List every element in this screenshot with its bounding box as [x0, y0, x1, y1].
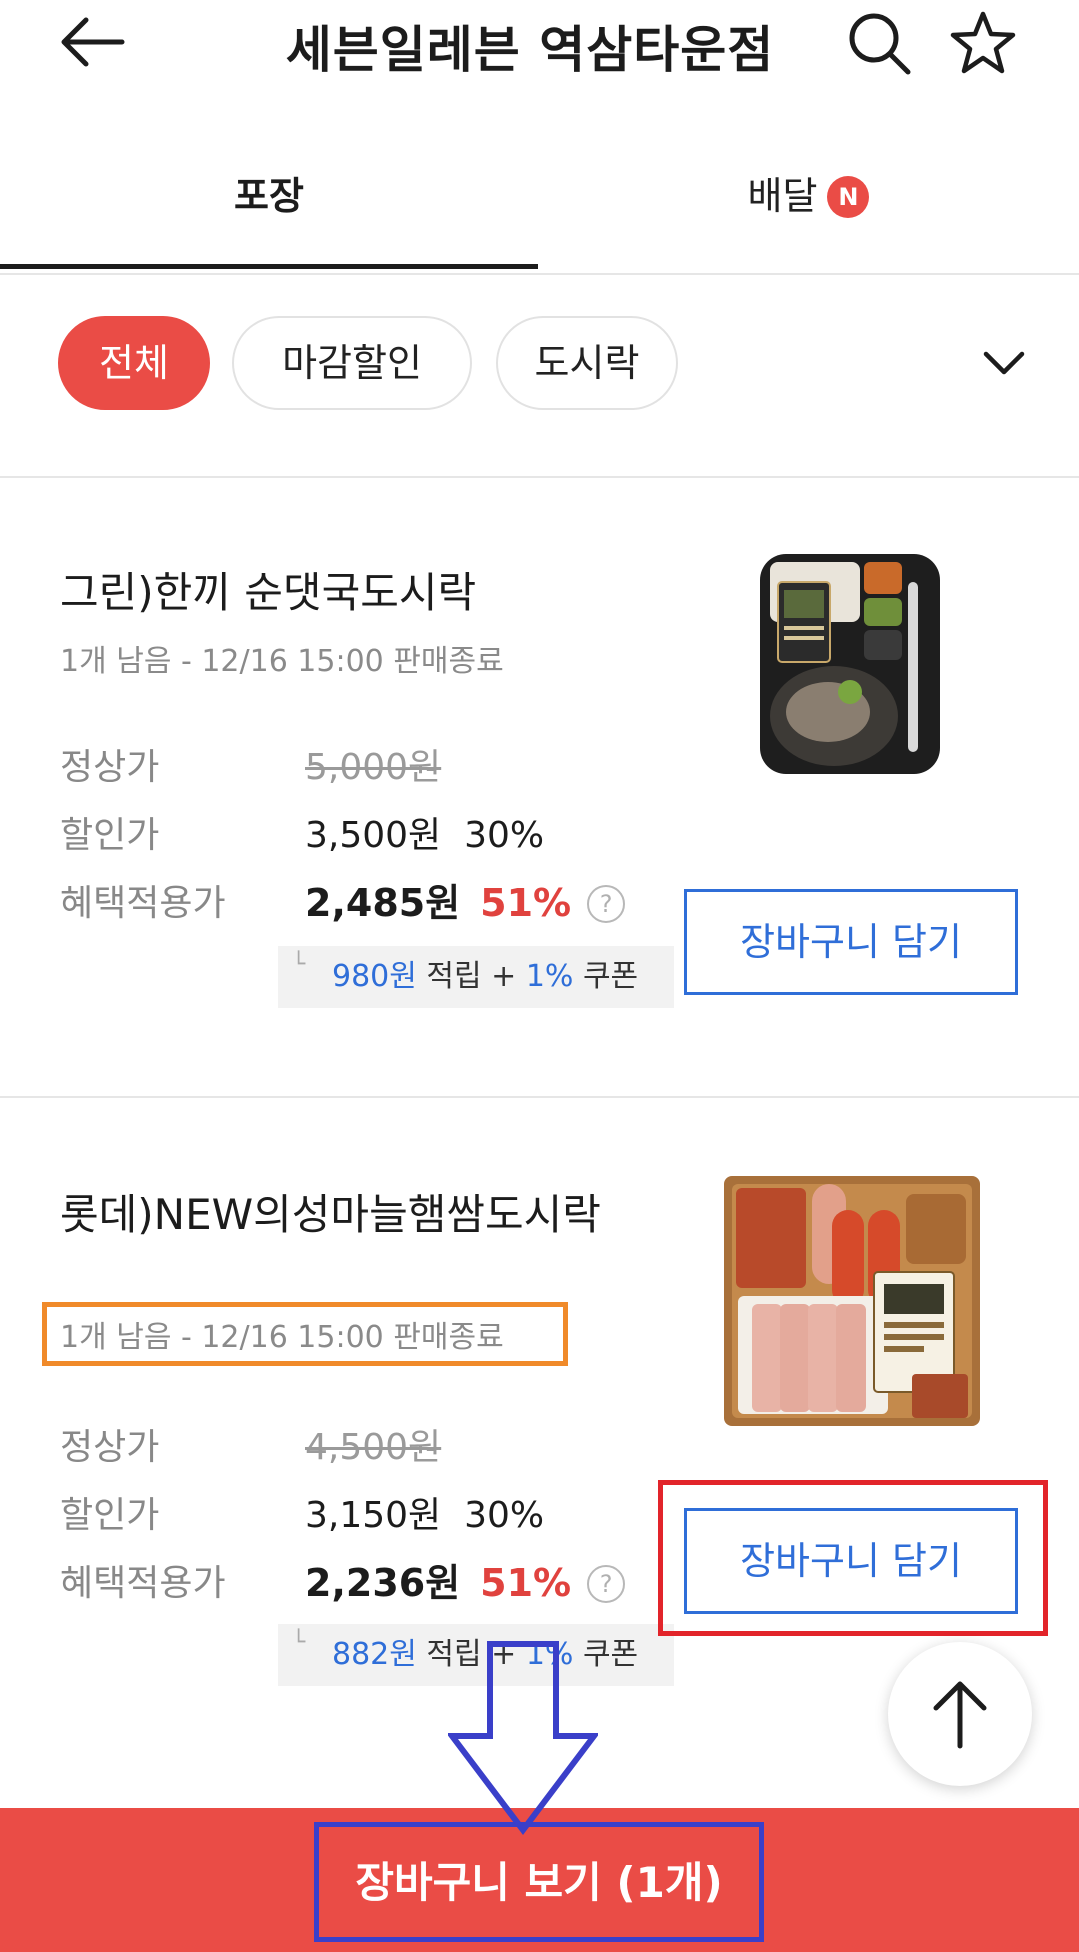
filter-chip-all[interactable]: 전체 [58, 316, 210, 410]
view-cart-button[interactable]: 장바구니 보기 (1개) [314, 1822, 764, 1942]
benefit-price: 2,485원 [305, 881, 461, 925]
filter-chip-closing-sale[interactable]: 마감할인 [232, 316, 472, 410]
help-icon[interactable]: ? [587, 1565, 626, 1603]
scroll-to-top-button[interactable] [888, 1642, 1032, 1786]
tab-takeout-label: 포장 [234, 174, 304, 218]
back-arrow-icon[interactable] [58, 14, 126, 70]
product-card: 그린)한끼 순댓국도시락 1개 남음 - 12/16 15:00 판매종료 정상… [0, 478, 1079, 1096]
add-to-cart-button[interactable]: 장바구니 담기 [684, 889, 1018, 995]
regular-price: 5,000원 [305, 747, 442, 788]
benefit-price-label: 혜택적용가 [60, 1563, 226, 1604]
reward-mid-text: 적립 + [416, 959, 526, 994]
benefit-rate: 51% [480, 881, 572, 925]
regular-price-label: 정상가 [60, 1427, 160, 1468]
store-title: 세븐일레븐 역삼타운점 [285, 21, 775, 79]
reward-corner-icon: └ [292, 952, 306, 977]
category-filter-bar: 전체 마감할인 도시락 [0, 310, 1079, 410]
regular-price-label: 정상가 [60, 747, 160, 788]
reward-text: 980원 적립 + 1% 쿠폰 [332, 946, 638, 1008]
product-image-sundae-soup-lunchbox[interactable] [758, 552, 942, 776]
reward-corner-icon: └ [292, 1630, 306, 1655]
new-badge: N [827, 176, 870, 218]
product-image-ham-ssam-lunchbox[interactable] [722, 1174, 982, 1428]
reward-points: 980원 [332, 959, 417, 994]
highlight-box-stock-info [42, 1302, 568, 1366]
discount-price: 3,500원 [305, 815, 442, 856]
benefit-rate: 51% [480, 1561, 572, 1605]
discount-rate: 30% [464, 1495, 545, 1536]
tab-delivery-label: 배달 [747, 174, 818, 218]
highlight-box-add-to-cart [658, 1480, 1048, 1636]
discount-price-label: 할인가 [60, 815, 160, 856]
filter-chip-lunchbox[interactable]: 도시락 [496, 316, 678, 410]
tab-takeout[interactable]: 포장 [0, 165, 538, 220]
reward-tail-text: 쿠폰 [573, 959, 639, 994]
chevron-down-icon[interactable] [980, 346, 1028, 382]
tab-delivery[interactable]: 배달 N [538, 165, 1079, 220]
benefit-price-label: 혜택적용가 [60, 883, 226, 924]
benefit-price-row: 2,236원 51%? [305, 1552, 626, 1607]
benefit-price-row: 2,485원 51%? [305, 872, 626, 927]
discount-price: 3,150원 [305, 1495, 442, 1536]
tabs-divider [0, 273, 1079, 275]
favorite-star-icon[interactable] [950, 10, 1016, 76]
reward-info-box: └ 980원 적립 + 1% 쿠폰 [278, 946, 674, 1008]
discount-price-row: 3,150원 30% [305, 1486, 544, 1538]
product-stock-info: 1개 남음 - 12/16 15:00 판매종료 [60, 644, 504, 679]
regular-price: 4,500원 [305, 1427, 442, 1468]
discount-rate: 30% [464, 815, 545, 856]
benefit-price: 2,236원 [305, 1561, 461, 1605]
discount-price-row: 3,500원 30% [305, 806, 544, 858]
product-name: 롯데)NEW의성마늘햄쌈도시락 [60, 1190, 601, 1239]
discount-price-label: 할인가 [60, 1495, 160, 1536]
product-name: 그린)한끼 순댓국도시락 [60, 568, 477, 617]
arrow-up-icon [933, 1681, 987, 1749]
reward-points: 882원 [332, 1637, 417, 1672]
coupon-rate: 1% [525, 959, 574, 994]
order-type-tabs: 포장 배달 N [0, 140, 1079, 275]
active-tab-indicator [0, 264, 538, 269]
help-icon[interactable]: ? [587, 885, 626, 923]
search-icon[interactable] [846, 10, 912, 76]
app-header: 세븐일레븐 역삼타운점 [0, 0, 1079, 84]
down-arrow-annotation-icon [448, 1641, 598, 1835]
